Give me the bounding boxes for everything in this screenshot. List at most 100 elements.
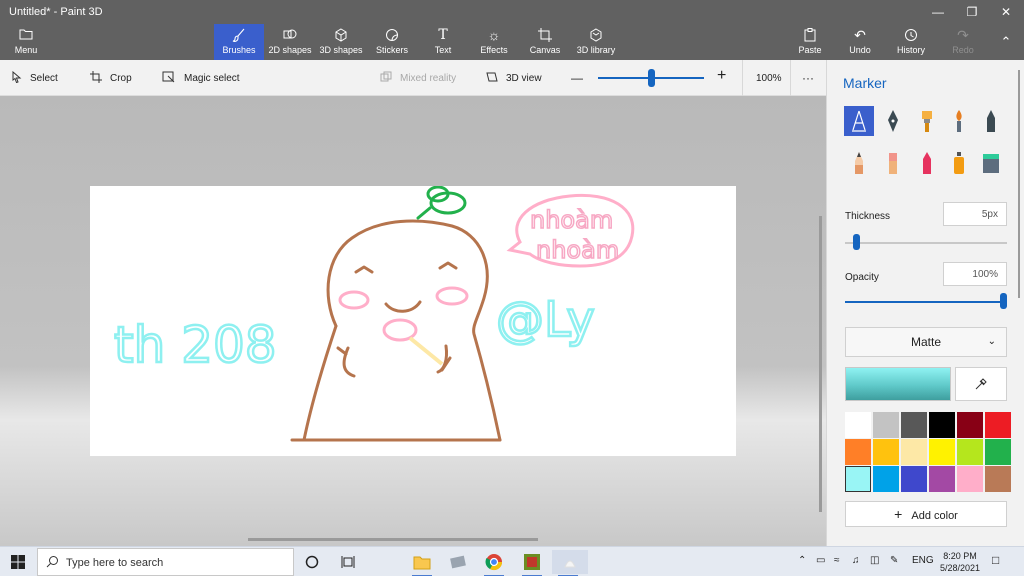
undo-button[interactable]: ↶ Undo — [846, 24, 874, 60]
finish-dropdown[interactable]: Matte ⌄ — [845, 327, 1007, 357]
color-swatch[interactable] — [873, 412, 899, 438]
tab-3d-library[interactable]: 3D library — [574, 24, 618, 60]
network-icon[interactable]: ≈ — [834, 555, 840, 566]
color-swatch[interactable] — [929, 439, 955, 465]
history-label: History — [896, 45, 925, 55]
watercolor-brush[interactable] — [944, 106, 974, 136]
zoom-out-button[interactable]: — — [571, 70, 583, 86]
tab-3d-shapes[interactable]: 3D shapes — [318, 24, 364, 60]
magic-select-button[interactable]: Magic select — [162, 70, 240, 86]
color-swatch[interactable] — [873, 466, 899, 492]
pixel-pen-brush[interactable] — [976, 106, 1006, 136]
fill-brush[interactable] — [976, 148, 1006, 178]
color-swatch[interactable] — [957, 412, 983, 438]
more-options-button[interactable]: ··· — [802, 70, 814, 86]
photos-icon — [450, 555, 466, 569]
horizontal-scrollbar[interactable] — [248, 538, 538, 541]
show-hidden-icons[interactable]: ⌃ — [798, 555, 806, 566]
paint3d-app[interactable] — [552, 550, 588, 576]
color-swatch[interactable] — [957, 466, 983, 492]
menu-button[interactable]: Menu — [6, 24, 46, 60]
zoom-in-button[interactable]: + — [717, 67, 726, 84]
redo-button[interactable]: ↷ Redo — [950, 24, 976, 60]
spray-can-brush[interactable] — [944, 148, 974, 178]
color-swatch[interactable] — [845, 466, 871, 492]
color-swatch[interactable] — [985, 466, 1011, 492]
crayon-brush[interactable] — [912, 148, 942, 178]
calligraphy-pen-brush[interactable] — [878, 106, 908, 136]
color-swatch[interactable] — [985, 439, 1011, 465]
color-swatch[interactable] — [901, 412, 927, 438]
color-swatch[interactable] — [985, 412, 1011, 438]
tab-brushes[interactable]: Brushes — [214, 24, 264, 60]
opacity-slider-thumb[interactable] — [1000, 293, 1007, 309]
crayon-icon — [923, 152, 931, 174]
color-swatch[interactable] — [873, 439, 899, 465]
folder-icon — [413, 556, 431, 570]
add-color-button[interactable]: + Add color — [845, 501, 1007, 527]
mixed-reality-label: Mixed reality — [400, 72, 457, 84]
maximize-button[interactable]: ❐ — [955, 0, 989, 24]
collapse-ribbon-button[interactable]: ⌃ — [996, 24, 1016, 60]
tab-3d-shapes-label: 3D shapes — [319, 45, 363, 55]
3d-shapes-icon — [318, 24, 364, 44]
photos-app[interactable] — [442, 550, 474, 574]
oil-brush[interactable] — [912, 106, 942, 136]
meet-now-icon[interactable]: ◫ — [870, 555, 879, 566]
file-explorer-app[interactable] — [406, 550, 438, 576]
color-swatch[interactable] — [845, 439, 871, 465]
notifications-icon[interactable]: □ — [992, 553, 999, 567]
color-swatch[interactable] — [929, 466, 955, 492]
3d-view-icon — [486, 71, 498, 86]
marker-icon — [852, 110, 866, 132]
color-swatch[interactable] — [929, 412, 955, 438]
opacity-label: Opacity — [845, 272, 879, 283]
tab-stickers[interactable]: Stickers — [372, 24, 412, 60]
eyedropper-button[interactable] — [955, 367, 1007, 401]
brush-icon — [214, 24, 264, 44]
paste-button[interactable]: Paste — [796, 24, 824, 60]
thickness-field[interactable]: 5px — [943, 202, 1007, 226]
taskbar-search[interactable]: Type here to search — [37, 548, 294, 576]
close-button[interactable]: ✕ — [989, 0, 1023, 24]
select-button[interactable]: Select — [12, 70, 58, 86]
opacity-field[interactable]: 100% — [943, 262, 1007, 286]
chrome-app[interactable] — [478, 550, 510, 576]
tab-2d-shapes[interactable]: 2D shapes — [266, 24, 314, 60]
tab-canvas[interactable]: Canvas — [526, 24, 564, 60]
color-swatch[interactable] — [901, 466, 927, 492]
game-app[interactable] — [516, 550, 548, 576]
pen-icon[interactable]: ✎ — [890, 555, 898, 566]
color-swatch[interactable] — [845, 412, 871, 438]
vertical-scrollbar[interactable] — [819, 216, 822, 512]
task-view-button[interactable] — [332, 550, 364, 574]
3d-view-button[interactable]: 3D view — [486, 70, 542, 86]
language-indicator[interactable]: ENG — [912, 555, 934, 566]
thickness-slider-thumb[interactable] — [852, 234, 860, 250]
start-button[interactable] — [0, 547, 36, 576]
opacity-slider-track[interactable] — [845, 301, 1007, 303]
tab-text[interactable]: T Text — [426, 24, 460, 60]
zoom-slider-thumb[interactable] — [647, 69, 655, 87]
game-icon — [524, 554, 540, 570]
drawing-canvas[interactable]: nhoàm nhoàm th 208 @Ly — [90, 185, 736, 456]
tab-effects[interactable]: ☼ Effects — [476, 24, 512, 60]
pencil-brush[interactable] — [844, 148, 874, 178]
thickness-slider-track[interactable] — [845, 242, 1007, 244]
toolbar-divider — [790, 60, 791, 96]
crop-button[interactable]: Crop — [90, 70, 132, 86]
history-button[interactable]: History — [894, 24, 928, 60]
battery-icon[interactable]: ▭ — [816, 555, 825, 566]
marker-brush[interactable] — [844, 106, 874, 136]
panel-scrollbar[interactable] — [1018, 70, 1020, 298]
cortana-button[interactable] — [296, 550, 328, 574]
clock[interactable]: 8:20 PM 5/28/2021 — [936, 550, 984, 574]
color-swatch[interactable] — [957, 439, 983, 465]
minimize-button[interactable]: — — [921, 0, 955, 24]
color-swatch[interactable] — [901, 439, 927, 465]
current-color-preview[interactable] — [845, 367, 951, 401]
zoom-level[interactable]: 100% — [756, 70, 782, 86]
volume-icon[interactable]: ♫ — [852, 555, 860, 566]
eraser-brush[interactable] — [878, 148, 908, 178]
mixed-reality-button[interactable]: Mixed reality — [380, 70, 456, 86]
